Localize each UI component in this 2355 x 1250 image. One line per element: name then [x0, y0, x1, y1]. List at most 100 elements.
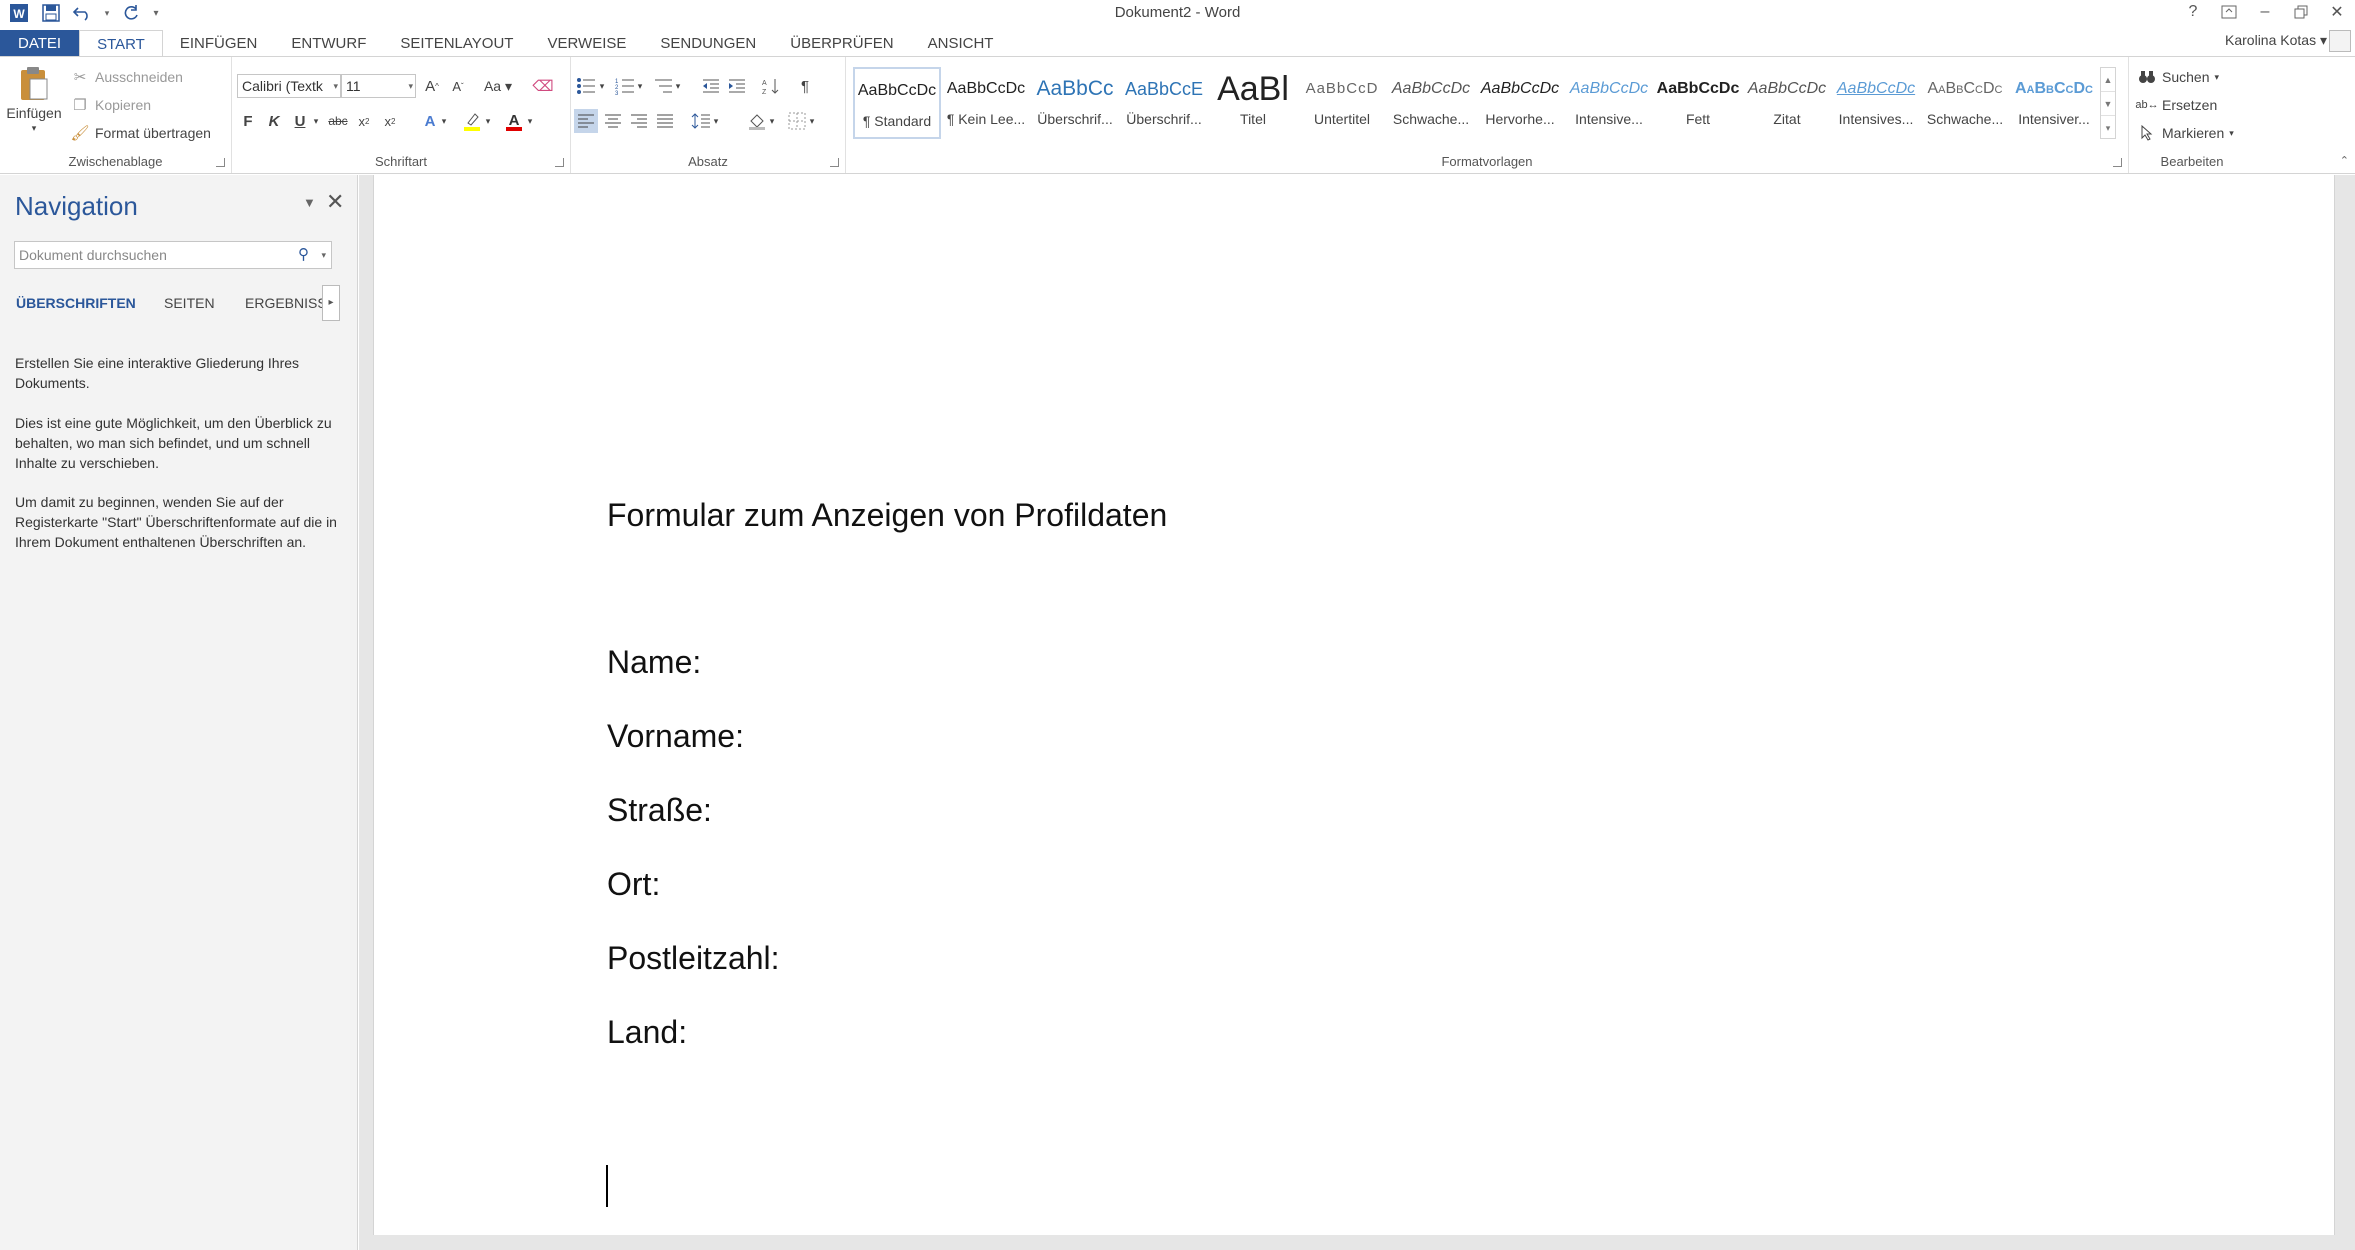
style-schwache-hervorhebung[interactable]: AaBbCcDc Schwache... [1387, 67, 1475, 139]
tab-start[interactable]: START [79, 30, 163, 57]
field-name-label[interactable]: Name: [607, 644, 701, 681]
replace-button[interactable]: ab↔ Ersetzen [2135, 95, 2217, 115]
font-family-select[interactable]: Calibri (Textk ▾ [237, 74, 341, 98]
cut-button[interactable]: ✂ Ausschneiden [70, 67, 183, 87]
minimize-icon[interactable]: – [2247, 0, 2283, 24]
styles-launcher-icon[interactable] [2113, 158, 2122, 167]
sort-icon[interactable]: AZ [759, 74, 783, 98]
tab-verweise[interactable]: VERWEISE [530, 30, 643, 57]
borders-dropdown-icon[interactable]: ▾ [807, 109, 817, 133]
shrink-font-icon[interactable]: Aˇ [446, 74, 470, 98]
field-postleitzahl-label[interactable]: Postleitzahl: [607, 940, 780, 977]
align-left-icon[interactable] [574, 109, 598, 133]
chevron-right-icon[interactable]: ▸ [322, 285, 340, 321]
gallery-up-icon[interactable]: ▲ [2101, 68, 2115, 92]
document-title[interactable]: Formular zum Anzeigen von Profildaten [607, 497, 1167, 534]
strikethrough-icon[interactable]: abc [326, 109, 350, 133]
paragraph-launcher-icon[interactable] [830, 158, 839, 167]
style-schwacher-verweis[interactable]: AaBbCcDc Schwache... [1921, 67, 2009, 139]
highlight-dropdown-icon[interactable]: ▾ [482, 109, 494, 133]
field-ort-label[interactable]: Ort: [607, 866, 660, 903]
style-standard[interactable]: AaBbCcDc ¶ Standard [853, 67, 941, 139]
style-kein-leerraum[interactable]: AaBbCcDc ¶ Kein Lee... [942, 67, 1030, 139]
help-icon[interactable]: ? [2175, 0, 2211, 24]
increase-indent-icon[interactable] [725, 74, 749, 98]
field-land-label[interactable]: Land: [607, 1014, 687, 1051]
copy-button[interactable]: ❐ Kopieren [70, 95, 151, 115]
font-color-icon[interactable]: A [502, 109, 526, 133]
close-icon[interactable]: ✕ [326, 189, 344, 215]
tab-einfuegen[interactable]: EINFÜGEN [163, 30, 275, 57]
borders-icon[interactable] [785, 109, 809, 133]
style-untertitel[interactable]: AaBbCcD Untertitel [1298, 67, 1386, 139]
user-name[interactable]: Karolina Kotas ▾ [2225, 32, 2327, 49]
tab-seiten[interactable]: SEITEN [164, 285, 215, 321]
paste-button[interactable]: Einfügen ▾ [4, 65, 64, 134]
tab-ueberpruefen[interactable]: ÜBERPRÜFEN [773, 30, 910, 57]
numbering-icon[interactable]: 123 [613, 74, 637, 98]
bullets-icon[interactable] [574, 74, 598, 98]
justify-icon[interactable] [653, 109, 677, 133]
style-hervorhebung[interactable]: AaBbCcDc Hervorhe... [1476, 67, 1564, 139]
tab-ueberschriften[interactable]: ÜBERSCHRIFTEN [16, 285, 136, 321]
decrease-indent-icon[interactable] [699, 74, 723, 98]
style-fett[interactable]: AaBbCcDc Fett [1654, 67, 1742, 139]
bold-button[interactable]: F [236, 109, 260, 133]
search-input[interactable]: Dokument durchsuchen ⚲ ▾ [14, 241, 332, 269]
numbering-dropdown-icon[interactable]: ▾ [635, 74, 645, 98]
ribbon-display-options-icon[interactable] [2211, 0, 2247, 24]
change-case-icon[interactable]: Aa ▾ [480, 74, 516, 98]
show-formatting-marks-icon[interactable]: ¶ [793, 74, 817, 98]
collapse-ribbon-icon[interactable]: ⌃ [2340, 154, 2349, 167]
subscript-icon[interactable]: x2 [352, 109, 376, 133]
bullets-dropdown-icon[interactable]: ▾ [597, 74, 607, 98]
field-strasse-label[interactable]: Straße: [607, 792, 712, 829]
align-center-icon[interactable] [601, 109, 625, 133]
line-spacing-icon[interactable] [689, 109, 713, 133]
restore-icon[interactable] [2283, 0, 2319, 24]
clear-formatting-icon[interactable]: ⌫ [531, 74, 555, 98]
search-icon[interactable]: ⚲ [298, 242, 309, 268]
grow-font-icon[interactable]: A ^ [420, 74, 444, 98]
style-intensives-zitat[interactable]: AaBbCcDc Intensives... [1832, 67, 1920, 139]
style-titel[interactable]: AaBl Titel [1209, 67, 1297, 139]
font-size-select[interactable]: 11 ▾ [341, 74, 416, 98]
underline-button[interactable]: U [288, 109, 312, 133]
underline-dropdown-icon[interactable]: ▾ [310, 109, 322, 133]
multilevel-list-icon[interactable] [651, 74, 675, 98]
tab-entwurf[interactable]: ENTWURF [274, 30, 383, 57]
style-intensiver-verweis[interactable]: AaBbCcDc Intensiver... [2010, 67, 2098, 139]
clipboard-launcher-icon[interactable] [216, 158, 225, 167]
shading-icon[interactable] [745, 109, 769, 133]
select-button[interactable]: Markieren ▾ [2137, 123, 2234, 143]
multilevel-dropdown-icon[interactable]: ▾ [673, 74, 683, 98]
highlight-icon[interactable] [460, 109, 484, 133]
style-ueberschrift-2[interactable]: AaBbCcE Überschrif... [1120, 67, 1208, 139]
shading-dropdown-icon[interactable]: ▾ [767, 109, 777, 133]
font-color-dropdown-icon[interactable]: ▾ [524, 109, 536, 133]
document-page[interactable] [373, 175, 2335, 1235]
italic-button[interactable]: K [262, 109, 286, 133]
gallery-down-icon[interactable]: ▼ [2101, 92, 2115, 116]
pane-options-icon[interactable]: ▼ [303, 195, 316, 210]
style-preview: AaBbCcDc [2015, 80, 2093, 97]
style-zitat[interactable]: AaBbCcDc Zitat [1743, 67, 1831, 139]
line-spacing-dropdown-icon[interactable]: ▾ [711, 109, 721, 133]
font-launcher-icon[interactable] [555, 158, 564, 167]
gallery-more-icon[interactable]: ▾ [2101, 116, 2115, 140]
format-painter-button[interactable]: 🖌 Format übertragen [70, 123, 210, 143]
text-effects-dropdown-icon[interactable]: ▾ [438, 109, 450, 133]
find-button[interactable]: Suchen ▾ [2137, 67, 2219, 87]
tab-seitenlayout[interactable]: SEITENLAYOUT [383, 30, 530, 57]
avatar[interactable] [2329, 30, 2351, 52]
field-vorname-label[interactable]: Vorname: [607, 718, 744, 755]
align-right-icon[interactable] [627, 109, 651, 133]
tab-sendungen[interactable]: SENDUNGEN [643, 30, 773, 57]
close-window-icon[interactable]: ✕ [2319, 0, 2355, 24]
style-intensive-hervorhebung[interactable]: AaBbCcDc Intensive... [1565, 67, 1653, 139]
tab-ansicht[interactable]: ANSICHT [911, 30, 1011, 57]
style-ueberschrift-1[interactable]: AaBbCc Überschrif... [1031, 67, 1119, 139]
superscript-icon[interactable]: x2 [378, 109, 402, 133]
tab-datei[interactable]: DATEI [0, 30, 80, 57]
search-options-icon[interactable]: ▾ [321, 242, 326, 268]
